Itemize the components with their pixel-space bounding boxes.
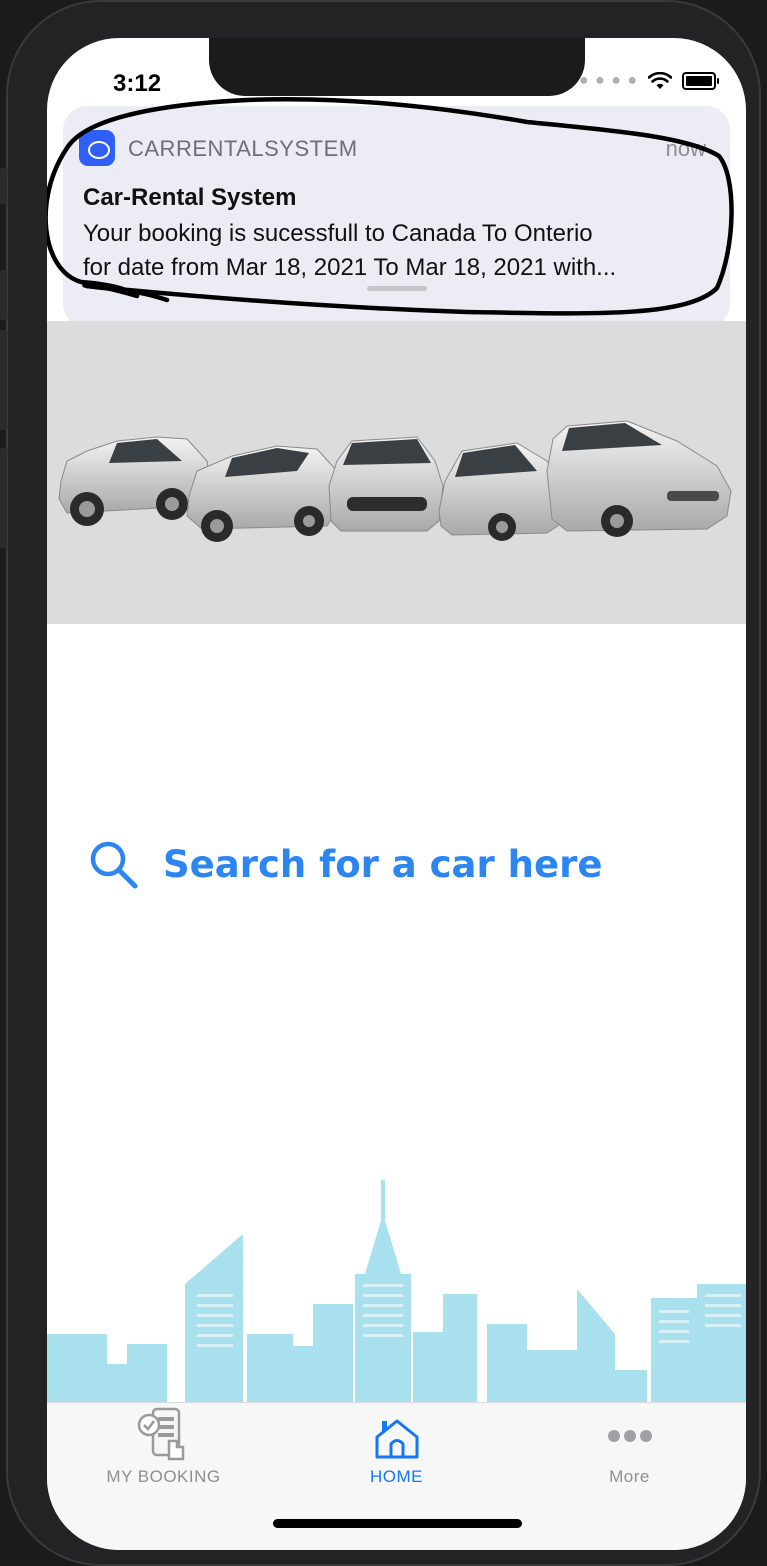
- notification-title: Car-Rental System: [83, 184, 297, 211]
- side-button: [0, 448, 7, 548]
- battery-icon: [682, 72, 719, 90]
- app-icon: [79, 130, 115, 166]
- mute-switch: [0, 168, 7, 204]
- tab-label: HOME: [370, 1467, 423, 1486]
- phone-screen: 3:12 ● ● ● ● CARRENTALSYSTEM now Car-Ren…: [47, 38, 746, 1550]
- notification-body-line: Your booking is sucessfull to Canada To …: [83, 220, 593, 247]
- tab-label: More: [609, 1467, 650, 1486]
- status-icons: ● ● ● ●: [579, 72, 719, 90]
- status-time: 3:12: [113, 70, 162, 97]
- tab-label: MY BOOKING: [106, 1467, 221, 1486]
- wifi-icon: [648, 72, 672, 89]
- hero-banner-cars-image: [47, 321, 746, 624]
- notification-banner[interactable]: CARRENTALSYSTEM now Car-Rental System Yo…: [63, 106, 730, 328]
- cars-lineup-image: [58, 420, 732, 542]
- notification-body-line: for date from Mar 18, 2021 To Mar 18, 20…: [83, 254, 617, 281]
- search-label: Search for a car here: [163, 842, 603, 886]
- status-bar: 3:12 ● ● ● ●: [47, 38, 746, 100]
- notification-time: now: [665, 136, 706, 161]
- home-indicator[interactable]: [273, 1519, 522, 1528]
- booking-phone-icon: [137, 1407, 185, 1461]
- notification-app-name: CARRENTALSYSTEM: [128, 136, 358, 161]
- more-dots-icon: [608, 1430, 652, 1442]
- volume-up-button: [0, 270, 7, 320]
- volume-down-button: [0, 330, 7, 430]
- home-icon: [375, 1419, 419, 1459]
- city-skyline-illustration: [47, 1180, 746, 1406]
- search-icon: [90, 841, 138, 889]
- notch: [209, 38, 585, 96]
- search-car-button[interactable]: Search for a car here: [87, 838, 602, 890]
- tab-my-booking[interactable]: MY BOOKING: [47, 1403, 280, 1503]
- notification-drag-handle[interactable]: [367, 286, 427, 291]
- tab-home[interactable]: HOME: [280, 1403, 513, 1503]
- tab-more[interactable]: More: [513, 1403, 746, 1503]
- signal-dots-icon: ● ● ● ●: [579, 72, 638, 89]
- notification-body: Your booking is sucessfull to Canada To …: [83, 217, 703, 285]
